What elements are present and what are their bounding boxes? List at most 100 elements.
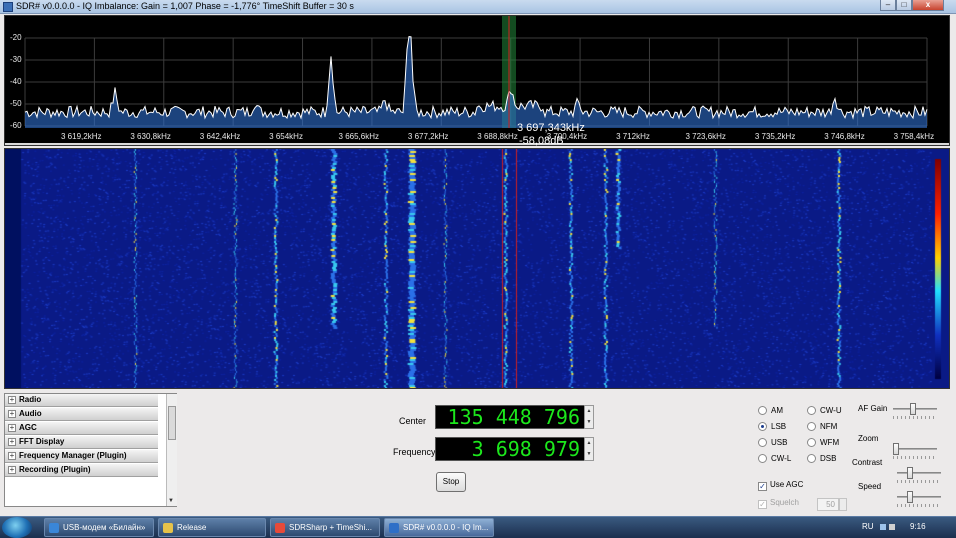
mode-label: USB	[771, 438, 788, 447]
db-tick-label: -50	[10, 99, 22, 108]
spectrum-analyzer[interactable]: -20 -30 -40 -50 -60 3 619,2kHz 3 630,8kHz 3 64…	[4, 15, 950, 147]
frequency-tick-label: 3 746,8kHz	[824, 132, 865, 141]
sdrsharp-window: SDR# v0.0.0.0 - IQ Imbalance: Gain = 1,0…	[0, 0, 956, 516]
radio-dot-icon	[807, 406, 816, 415]
tray-icons[interactable]	[880, 523, 900, 531]
section-label: Audio	[19, 409, 42, 418]
vfo-frequency-display[interactable]: 3 698 979	[435, 437, 585, 461]
center-spin-buttons[interactable]: ▲ ▼	[584, 405, 594, 429]
contrast-slider-thumb[interactable]	[906, 467, 913, 479]
cursor-db-readout: -58,08dB	[519, 135, 564, 147]
panel-sections-list: + Radio + Audio + AGC + FFT Display + Frequency M…	[4, 393, 177, 507]
mode-am-radio[interactable]: AM	[758, 406, 783, 415]
frequency-tick-label: 3 630,8kHz	[130, 132, 171, 141]
squelch-level-input[interactable]: 50	[817, 498, 839, 511]
taskbar-item[interactable]: Release	[158, 518, 266, 537]
mode-label: NFM	[820, 422, 838, 431]
db-tick-label: -60	[10, 121, 22, 130]
title-bar[interactable]: SDR# v0.0.0.0 - IQ Imbalance: Gain = 1,0…	[0, 0, 956, 14]
taskbar-item-label: SDRSharp + TimeShi...	[289, 523, 372, 532]
frequency-label: Frequency	[393, 447, 436, 457]
expand-icon[interactable]: +	[8, 410, 16, 418]
center-label: Center	[399, 416, 427, 426]
radio-dot-icon	[758, 454, 767, 463]
zoom-slider-thumb[interactable]	[893, 443, 899, 455]
mode-label: DSB	[820, 454, 837, 463]
frequency-tick-label: 3 712kHz	[616, 132, 650, 141]
taskbar: USB-модем «Билайн» Release SDRSharp + Time…	[0, 516, 956, 538]
expand-icon[interactable]: +	[8, 438, 16, 446]
app-icon	[389, 523, 399, 533]
sections-scrollbar[interactable]: ▼	[166, 394, 177, 506]
maximize-button[interactable]: □	[896, 0, 912, 11]
center-frequency-display[interactable]: 135 448 796	[435, 405, 585, 429]
slider-ticks	[897, 504, 941, 507]
app-icon	[163, 523, 173, 533]
mode-nfm-radio[interactable]: NFM	[807, 422, 837, 431]
waterfall-display[interactable]	[4, 148, 950, 389]
frequency-tick-label: 3 758,4kHz	[893, 132, 935, 141]
taskbar-item[interactable]: SDRSharp + TimeShi...	[270, 518, 380, 537]
close-button[interactable]: x	[912, 0, 944, 11]
section-agc[interactable]: + AGC	[5, 422, 158, 435]
taskbar-item[interactable]: SDR# v0.0.0.0 - IQ Im...	[384, 518, 494, 537]
language-indicator[interactable]: RU	[862, 522, 874, 531]
mode-wfm-radio[interactable]: WFM	[807, 438, 839, 447]
slider-ticks	[893, 416, 937, 419]
app-icon	[275, 523, 285, 533]
section-audio[interactable]: + Audio	[5, 408, 158, 421]
scroll-down-icon[interactable]: ▼	[168, 498, 174, 504]
taskbar-item-label: SDR# v0.0.0.0 - IQ Im...	[403, 523, 489, 532]
minimize-button[interactable]: –	[880, 0, 896, 11]
radio-dot-icon	[807, 438, 816, 447]
start-button[interactable]	[2, 517, 32, 538]
section-radio[interactable]: + Radio	[5, 394, 158, 407]
expand-icon[interactable]: +	[8, 452, 16, 460]
taskbar-item[interactable]: USB-модем «Билайн»	[44, 518, 154, 537]
expand-icon[interactable]: +	[8, 424, 16, 432]
frequency-tick-label: 3 723,6kHz	[685, 132, 726, 141]
radio-dot-icon	[758, 406, 767, 415]
mode-label: CW-L	[771, 454, 792, 463]
frequency-spin-buttons[interactable]: ▲ ▼	[584, 437, 594, 461]
section-frequency-manager-plugin[interactable]: + Frequency Manager (Plugin)	[5, 450, 158, 463]
section-label: Recording (Plugin)	[19, 465, 91, 474]
scrollbar-thumb[interactable]	[168, 406, 176, 440]
slider-ticks	[897, 480, 941, 483]
spectrum-trace	[24, 36, 928, 120]
taskbar-item-label: USB-модем «Билайн»	[63, 523, 146, 532]
squelch-checkbox[interactable]: ✓ Squelch	[758, 498, 799, 509]
radio-dot-icon	[807, 454, 816, 463]
af-gain-slider-thumb[interactable]	[910, 403, 917, 415]
mode-cw-l-radio[interactable]: CW-L	[758, 454, 791, 463]
stop-button[interactable]: Stop	[436, 472, 466, 492]
cursor-frequency-readout: 3 697,343kHz	[517, 122, 585, 134]
radio-dot-icon	[758, 438, 767, 447]
frequency-tick-label: 3 619,2kHz	[61, 132, 102, 141]
mode-dsb-radio[interactable]: DSB	[807, 454, 836, 463]
mode-cw-u-radio[interactable]: CW-U	[807, 406, 842, 415]
frequency-tick-label: 3 688,8kHz	[477, 132, 518, 141]
frequency-tick-label: 3 654kHz	[269, 132, 303, 141]
section-recording-plugin[interactable]: + Recording (Plugin)	[5, 464, 158, 477]
speed-slider-track[interactable]	[897, 496, 941, 498]
zoom-label: Zoom	[858, 434, 879, 443]
expand-icon[interactable]: +	[8, 466, 16, 474]
contrast-label: Contrast	[852, 458, 883, 467]
mode-lsb-radio[interactable]: LSB	[758, 422, 786, 431]
expand-icon[interactable]: +	[8, 396, 16, 404]
speed-slider-thumb[interactable]	[906, 491, 913, 503]
mode-usb-radio[interactable]: USB	[758, 438, 787, 447]
slider-ticks	[893, 456, 937, 459]
af-gain-label: AF Gain	[858, 404, 888, 413]
squelch-spin-buttons[interactable]	[839, 498, 847, 511]
use-agc-label: Use AGC	[770, 480, 804, 489]
frequency-tick-label: 3 735,2kHz	[754, 132, 796, 141]
section-fft-display[interactable]: + FFT Display	[5, 436, 158, 449]
use-agc-checkbox[interactable]: ✓ Use AGC	[758, 480, 803, 491]
contrast-slider-track[interactable]	[897, 472, 941, 474]
zoom-slider-track[interactable]	[893, 448, 937, 450]
section-label: AGC	[19, 423, 37, 432]
checkmark-icon: ✓	[758, 500, 767, 509]
frequency-tick-label: 3 665,6kHz	[338, 132, 379, 141]
